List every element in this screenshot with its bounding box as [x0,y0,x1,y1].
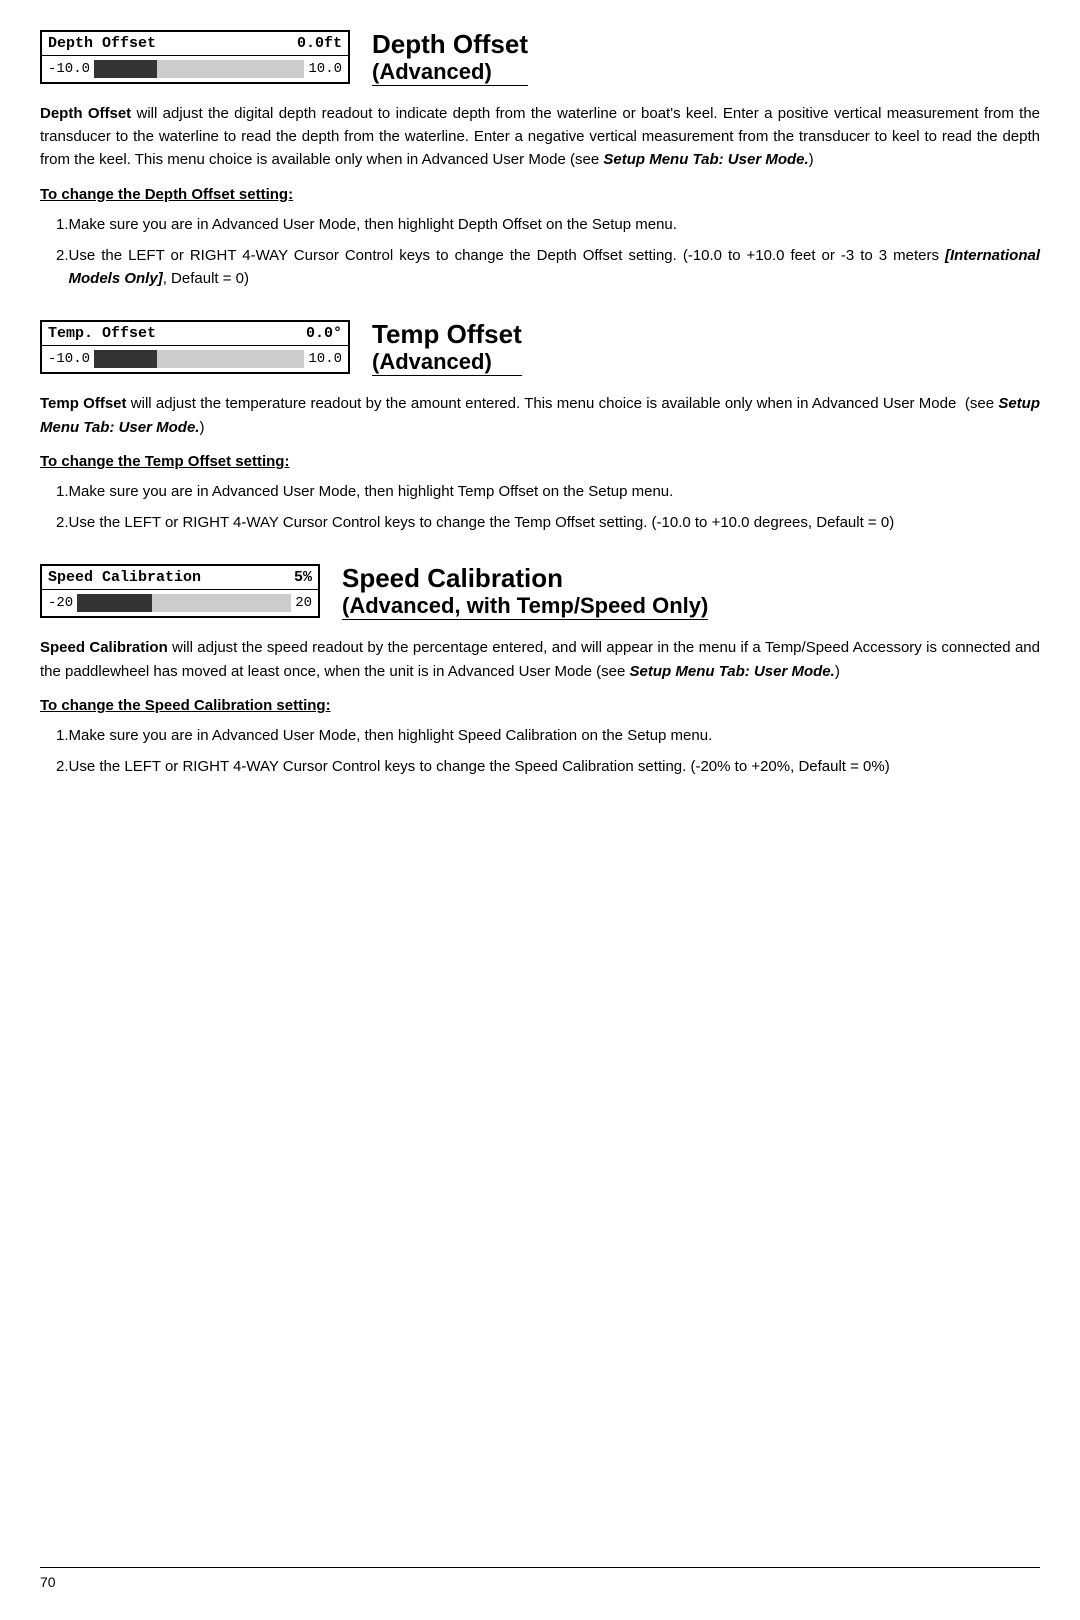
speed-calibration-widget-value: 5% [272,569,312,586]
depth-offset-slider-fill [94,60,157,78]
speed-calibration-instructions-heading: To change the Speed Calibration setting: [40,697,1040,714]
depth-offset-subtitle: (Advanced) [372,59,528,85]
temp-offset-slider-track [94,350,304,368]
speed-calibration-title: Speed Calibration [342,564,708,593]
depth-offset-widget: Depth Offset 0.0ft -10.0 10.0 [40,30,350,84]
list-item: 1. Make sure you are in Advanced User Mo… [40,213,1040,236]
list-content: Make sure you are in Advanced User Mode,… [69,213,1040,236]
list-num: 2. [40,244,69,267]
speed-calibration-slider-min: -20 [48,595,73,611]
temp-offset-divider [372,375,522,376]
temp-offset-widget-value: 0.0° [302,325,342,342]
temp-offset-widget-top: Temp. Offset 0.0° [42,322,348,346]
depth-offset-body: Depth Offset will adjust the digital dep… [40,102,1040,172]
temp-offset-slider-fill [94,350,157,368]
list-content: Use the LEFT or RIGHT 4-WAY Cursor Contr… [69,755,1040,778]
speed-calibration-header: Speed Calibration 5% -20 20 Speed Calibr… [40,564,1040,624]
list-num: 2. [40,511,69,534]
list-num: 2. [40,755,69,778]
list-num: 1. [40,724,69,747]
depth-offset-instructions-heading: To change the Depth Offset setting: [40,186,1040,203]
depth-offset-slider-min: -10.0 [48,61,90,77]
list-content: Use the LEFT or RIGHT 4-WAY Cursor Contr… [69,244,1040,291]
depth-offset-divider [372,85,528,86]
list-num: 1. [40,213,69,236]
list-content: Make sure you are in Advanced User Mode,… [69,480,1040,503]
speed-calibration-slider-fill [77,594,152,612]
temp-offset-section: Temp. Offset 0.0° -10.0 10.0 Temp Offset… [40,320,1040,534]
page-number: 70 [40,1574,56,1590]
list-item: 2. Use the LEFT or RIGHT 4-WAY Cursor Co… [40,755,1040,778]
speed-calibration-section: Speed Calibration 5% -20 20 Speed Calibr… [40,564,1040,778]
temp-offset-body: Temp Offset will adjust the temperature … [40,392,1040,439]
speed-calibration-slider-row: -20 20 [42,590,318,616]
temp-offset-slider-row: -10.0 10.0 [42,346,348,372]
temp-offset-header: Temp. Offset 0.0° -10.0 10.0 Temp Offset… [40,320,1040,380]
depth-offset-widget-value: 0.0ft [297,35,342,52]
depth-offset-slider-row: -10.0 10.0 [42,56,348,82]
temp-offset-subtitle: (Advanced) [372,349,522,375]
list-item: 2. Use the LEFT or RIGHT 4-WAY Cursor Co… [40,511,1040,534]
list-item: 1. Make sure you are in Advanced User Mo… [40,724,1040,747]
speed-calibration-slider-track [77,594,291,612]
speed-calibration-divider [342,619,708,620]
depth-offset-instructions-list: 1. Make sure you are in Advanced User Mo… [40,213,1040,291]
temp-offset-instructions-heading: To change the Temp Offset setting: [40,453,1040,470]
list-item: 1. Make sure you are in Advanced User Mo… [40,480,1040,503]
speed-calibration-widget: Speed Calibration 5% -20 20 [40,564,320,618]
list-item: 2. Use the LEFT or RIGHT 4-WAY Cursor Co… [40,244,1040,291]
list-content: Make sure you are in Advanced User Mode,… [69,724,1040,747]
page-footer: 70 [40,1567,1040,1590]
speed-calibration-widget-top: Speed Calibration 5% [42,566,318,590]
depth-offset-slider-max: 10.0 [308,61,342,77]
temp-offset-widget-label: Temp. Offset [48,325,156,342]
temp-offset-slider-max: 10.0 [308,351,342,367]
depth-offset-slider-track [94,60,304,78]
depth-offset-widget-top: Depth Offset 0.0ft [42,32,348,56]
temp-offset-title-block: Temp Offset (Advanced) [372,320,522,380]
list-content: Use the LEFT or RIGHT 4-WAY Cursor Contr… [69,511,1040,534]
temp-offset-instructions-list: 1. Make sure you are in Advanced User Mo… [40,480,1040,535]
speed-calibration-body: Speed Calibration will adjust the speed … [40,636,1040,683]
speed-calibration-widget-label: Speed Calibration [48,569,201,586]
speed-calibration-subtitle: (Advanced, with Temp/Speed Only) [342,593,708,619]
depth-offset-widget-label: Depth Offset [48,35,156,52]
temp-offset-title: Temp Offset [372,320,522,349]
speed-calibration-title-block: Speed Calibration (Advanced, with Temp/S… [342,564,708,624]
temp-offset-slider-min: -10.0 [48,351,90,367]
depth-offset-section: Depth Offset 0.0ft -10.0 10.0 Depth Offs… [40,30,1040,290]
speed-calibration-instructions-list: 1. Make sure you are in Advanced User Mo… [40,724,1040,779]
depth-offset-title: Depth Offset [372,30,528,59]
temp-offset-widget: Temp. Offset 0.0° -10.0 10.0 [40,320,350,374]
depth-offset-header: Depth Offset 0.0ft -10.0 10.0 Depth Offs… [40,30,1040,90]
list-num: 1. [40,480,69,503]
speed-calibration-slider-max: 20 [295,595,312,611]
depth-offset-title-block: Depth Offset (Advanced) [372,30,528,90]
